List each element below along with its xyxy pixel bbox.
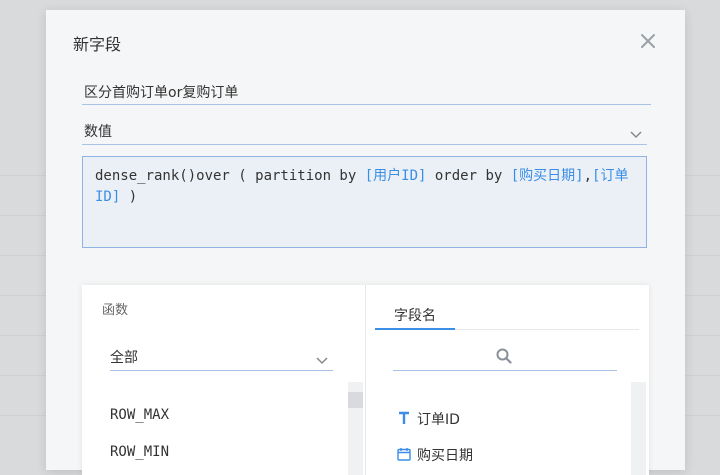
value-type-selected: 数值 — [84, 124, 112, 140]
formula-text: , — [583, 168, 593, 184]
text-type-icon — [396, 410, 412, 426]
field-item-purchase-date[interactable]: 购买日期 — [396, 445, 546, 465]
insert-panel: 函数 全部 ROW_MAX ROW_MIN 字段名 订单ID 购买日期 — [82, 285, 649, 475]
search-icon — [496, 348, 512, 368]
function-item-row-max[interactable]: ROW_MAX — [110, 407, 169, 423]
functions-heading: 函数 — [102, 303, 129, 318]
new-field-dialog: 新字段 数值 dense_rank()over ( partition by [… — [46, 10, 685, 475]
chevron-down-icon — [629, 125, 643, 144]
field-name-input[interactable] — [82, 80, 651, 105]
formula-field-token: [用户ID] — [364, 168, 427, 184]
function-category-select[interactable]: 全部 — [110, 343, 333, 371]
chevron-down-icon — [315, 351, 329, 370]
value-type-select[interactable]: 数值 — [82, 118, 647, 145]
function-category-selected: 全部 — [110, 350, 138, 366]
formula-editor[interactable]: dense_rank()over ( partition by [用户ID] o… — [82, 156, 647, 248]
formula-field-token: [购买日期] — [510, 168, 584, 184]
dialog-title: 新字段 — [73, 35, 122, 54]
field-label: 购买日期 — [417, 448, 473, 464]
fields-scrollbar[interactable] — [631, 382, 646, 475]
functions-scrollbar[interactable] — [348, 382, 363, 475]
active-tab-indicator — [375, 328, 455, 330]
scrollbar-thumb[interactable] — [348, 392, 363, 408]
calendar-icon — [396, 446, 412, 462]
function-item-row-min[interactable]: ROW_MIN — [110, 444, 169, 460]
formula-text: ) — [120, 189, 138, 205]
formula-text: dense_rank()over ( partition by — [95, 168, 365, 184]
field-search-input[interactable] — [393, 343, 617, 371]
field-item-order-id[interactable]: 订单ID — [396, 409, 546, 429]
tab-divider — [455, 329, 639, 330]
formula-text: order by — [426, 168, 511, 184]
field-label: 订单ID — [417, 412, 460, 428]
close-icon[interactable] — [637, 30, 659, 52]
panel-divider — [365, 285, 366, 475]
